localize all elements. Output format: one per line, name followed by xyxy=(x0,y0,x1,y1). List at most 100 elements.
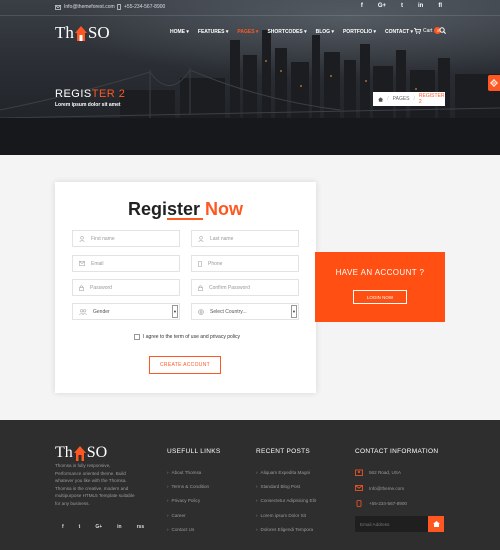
footer-logo[interactable]: Th SO xyxy=(55,444,107,462)
recent-post-link[interactable]: › Standard Blog Post xyxy=(256,479,316,493)
rss-icon[interactable]: rss xyxy=(137,524,145,530)
envelope-icon xyxy=(355,485,363,492)
topbar-phone: +55-234-567-8900 xyxy=(117,4,165,10)
password-field[interactable]: Password xyxy=(72,279,180,296)
page-subtitle: Lorem ipsum dolor sit amet xyxy=(55,102,121,108)
user-icon xyxy=(198,235,204,242)
logo-house-icon xyxy=(73,445,86,461)
contact-info-list: 562 Road, USA Info@theme.com +55-234-567… xyxy=(355,465,407,512)
top-bar: Info@themeforest.com +55-234-567-8900 f … xyxy=(0,0,500,16)
create-account-button[interactable]: CREATE ACCOUNT xyxy=(149,356,221,374)
contact-info-heading: CONTACT INFORMATION xyxy=(355,448,439,455)
linkedin-icon[interactable]: in xyxy=(418,3,423,9)
footer-link[interactable]: › Privacy Policy xyxy=(167,494,209,508)
nav-shortcodes[interactable]: SHORTCODES ▾ xyxy=(267,29,306,35)
topbar-social: f G+ t in fl xyxy=(361,3,442,9)
have-account-panel: HAVE AN ACCOUNT ? LOGIN NOW xyxy=(315,252,445,322)
topbar-email[interactable]: Info@themeforest.com xyxy=(55,4,115,10)
footer-link-label: Privacy Policy xyxy=(171,498,201,504)
email-field[interactable]: Email xyxy=(72,255,180,272)
confirm-password-placeholder: Confirm Password xyxy=(209,284,250,291)
recent-post-link[interactable]: › Lorem ipsum Dolor Sit xyxy=(256,508,316,522)
phone-icon xyxy=(356,500,362,508)
breadcrumb-current: REGISTER 2 xyxy=(418,93,445,105)
recent-posts-heading: RECENT POSTS xyxy=(256,448,311,455)
footer-about-text: Thomsa is fully responsive, Performance … xyxy=(55,463,135,506)
newsletter-submit-button[interactable] xyxy=(428,516,444,532)
email-placeholder: Email xyxy=(91,260,104,267)
register-title: Register Now xyxy=(55,199,316,220)
facebook-icon[interactable]: f xyxy=(361,3,363,9)
chevron-right-icon: › xyxy=(167,512,169,518)
footer-logo-text-left: Th xyxy=(55,444,73,461)
phone-icon xyxy=(117,4,121,10)
footer-link[interactable]: › Terms & Condition xyxy=(167,479,209,493)
recent-post-link[interactable]: › Aliquam Expedita Magni xyxy=(256,465,316,479)
nav-blog[interactable]: BLOG ▾ xyxy=(316,29,334,35)
topbar-phone-text: +55-234-567-8900 xyxy=(124,4,166,10)
google-plus-icon[interactable]: G+ xyxy=(378,3,386,9)
linkedin-icon[interactable]: in xyxy=(117,524,121,530)
contact-email[interactable]: Info@theme.com xyxy=(355,481,407,497)
footer-link[interactable]: › About Thomsa xyxy=(167,465,209,479)
home-icon[interactable] xyxy=(378,96,384,102)
nav-portfolio[interactable]: PORTFOLIO ▾ xyxy=(343,29,376,35)
breadcrumb: / PAGES / REGISTER 2 xyxy=(373,92,445,106)
envelope-icon xyxy=(55,4,61,10)
breadcrumb-separator: / xyxy=(387,96,389,102)
breadcrumb-separator: / xyxy=(413,96,415,102)
site-logo[interactable]: Th SO xyxy=(55,23,110,43)
first-name-field[interactable]: First name xyxy=(72,230,180,247)
users-icon xyxy=(79,308,87,315)
nav-features[interactable]: FEATURES ▾ xyxy=(198,29,228,35)
recent-post-label: Lorem ipsum Dolor Sit xyxy=(260,512,306,518)
main-nav: HOME ▾ FEATURES ▾ PAGES ▾ SHORTCODES ▾ B… xyxy=(170,29,413,35)
useful-links-heading: USEFULL LINKS xyxy=(167,448,221,455)
twitter-icon[interactable]: t xyxy=(401,3,403,9)
login-now-button[interactable]: LOGIN NOW xyxy=(353,290,407,304)
twitter-icon[interactable]: t xyxy=(79,524,81,530)
nav-pages[interactable]: PAGES ▾ xyxy=(237,29,258,35)
last-name-placeholder: Last name xyxy=(210,235,234,242)
chevron-right-icon: › xyxy=(167,498,169,504)
logo-text-left: Th xyxy=(55,23,74,42)
country-select[interactable]: Select Country... ▼ xyxy=(191,303,299,320)
page-title-main: REGIS xyxy=(55,88,92,100)
recent-post-link[interactable]: › Dolores Eligendi Tempora xyxy=(256,522,316,536)
terms-checkbox[interactable] xyxy=(134,334,140,340)
site-footer: Th SO Thomsa is fully responsive, Perfor… xyxy=(0,420,500,550)
recent-post-link[interactable]: › Consectetur Adipisicing Elit xyxy=(256,494,316,508)
register-card: Register Now First name Last name Email … xyxy=(55,182,316,393)
breadcrumb-pages[interactable]: PAGES xyxy=(393,96,410,102)
gender-value: Gender xyxy=(93,308,110,315)
chevron-down-icon[interactable]: ▼ xyxy=(291,305,297,318)
globe-icon xyxy=(198,308,204,315)
hero-banner: Info@themeforest.com +55-234-567-8900 f … xyxy=(0,0,500,155)
password-placeholder: Password xyxy=(90,284,112,291)
facebook-icon[interactable]: f xyxy=(62,524,64,530)
nav-contact[interactable]: CONTACT ▾ xyxy=(385,29,413,35)
footer-link-label: Terms & Condition xyxy=(171,483,210,489)
phone-field[interactable]: Phone xyxy=(191,255,299,272)
last-name-field[interactable]: Last name xyxy=(191,230,299,247)
google-plus-icon[interactable]: G+ xyxy=(95,524,102,530)
cart-button[interactable]: Cart 0 xyxy=(414,27,442,34)
footer-logo-text-right: SO xyxy=(86,444,108,461)
search-icon[interactable] xyxy=(439,27,446,34)
footer-link[interactable]: › Career xyxy=(167,508,209,522)
nav-home[interactable]: HOME ▾ xyxy=(170,29,189,35)
chevron-right-icon: › xyxy=(256,512,258,518)
footer-link[interactable]: › Contact Us xyxy=(167,522,209,536)
gender-select[interactable]: Gender ▼ xyxy=(72,303,180,320)
contact-email-text: Info@theme.com xyxy=(369,485,405,491)
newsletter-form: Email Address xyxy=(355,516,444,532)
settings-gear-button[interactable] xyxy=(488,75,500,91)
page-title: REGISTER 2 xyxy=(55,88,125,100)
chevron-down-icon[interactable]: ▼ xyxy=(172,305,178,318)
recent-post-label: Consectetur Adipisicing Elit xyxy=(260,498,316,504)
confirm-password-field[interactable]: Confirm Password xyxy=(191,279,299,296)
flickr-icon[interactable]: fl xyxy=(438,3,442,9)
cart-icon xyxy=(414,27,421,34)
home-icon xyxy=(432,521,440,527)
newsletter-email-input[interactable]: Email Address xyxy=(355,516,428,532)
